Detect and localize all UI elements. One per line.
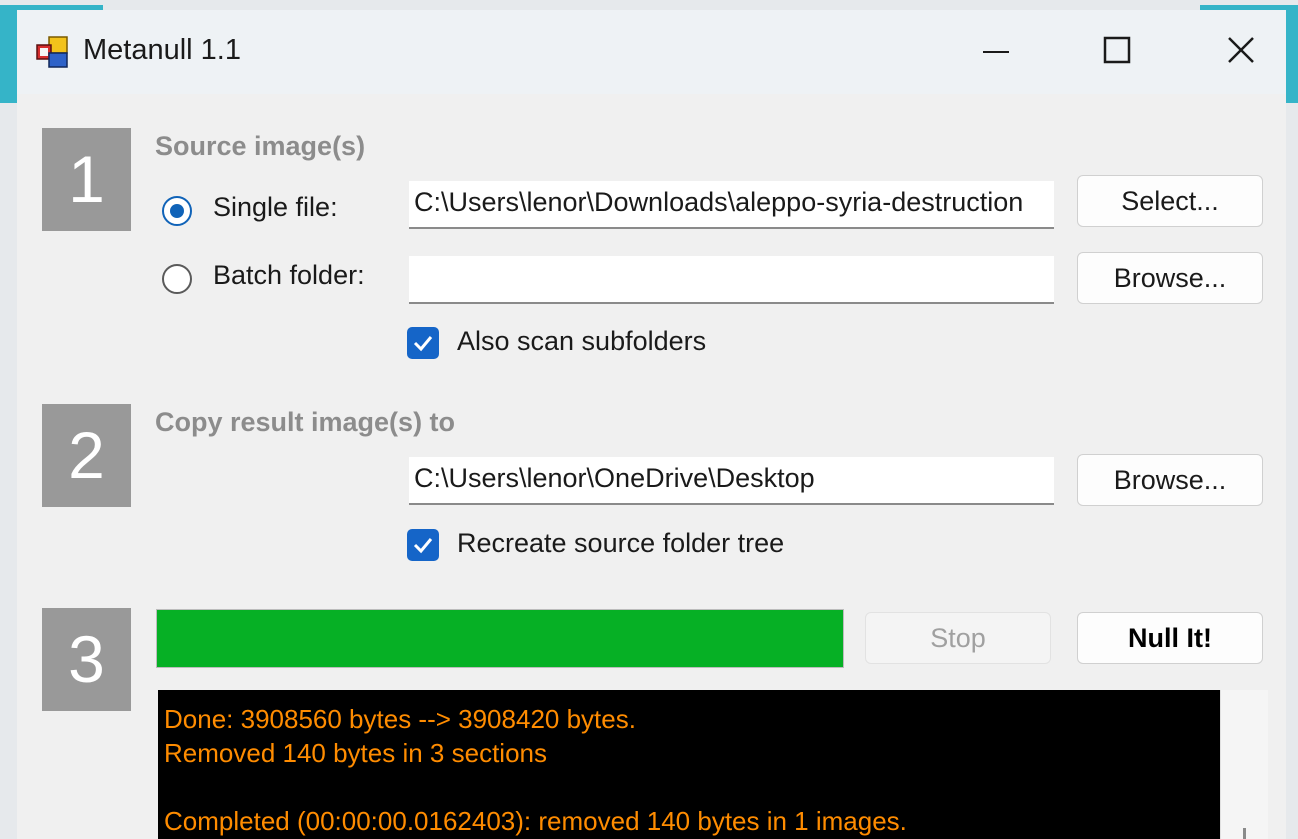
batch-folder-radio[interactable] (162, 264, 192, 294)
scrollbar-thumb[interactable] (1243, 828, 1246, 839)
select-file-button[interactable]: Select... (1077, 175, 1263, 227)
log-output[interactable]: Done: 3908560 bytes --> 3908420 bytes. R… (158, 690, 1220, 839)
progress-bar (156, 609, 844, 668)
batch-folder-label[interactable]: Batch folder: (213, 260, 365, 291)
step-3-badge: 3 (42, 608, 131, 711)
step-1-title: Source image(s) (155, 131, 366, 161)
log-line: Completed (00:00:00.0162403): removed 14… (164, 806, 907, 836)
step-1-badge: 1 (42, 128, 131, 231)
checkmark-icon (413, 538, 433, 554)
window-title: Metanull 1.1 (83, 34, 241, 66)
recreate-tree-label[interactable]: Recreate source folder tree (457, 528, 784, 559)
close-icon[interactable] (1211, 26, 1271, 76)
checkmark-icon (413, 336, 433, 352)
maximize-icon[interactable] (1087, 26, 1147, 76)
log-line: Done: 3908560 bytes --> 3908420 bytes. (164, 704, 636, 734)
null-it-button[interactable]: Null It! (1077, 612, 1263, 664)
browse-batch-folder-button[interactable]: Browse... (1077, 252, 1263, 304)
destination-path-input[interactable]: C:\Users\lenor\OneDrive\Desktop (409, 457, 1054, 505)
title-bar[interactable]: Metanull 1.1 (17, 10, 1286, 94)
scan-subfolders-label[interactable]: Also scan subfolders (457, 326, 706, 357)
log-line: Removed 140 bytes in 3 sections (164, 738, 547, 768)
single-file-radio[interactable] (162, 196, 192, 226)
batch-folder-path-input[interactable] (409, 256, 1054, 304)
stop-button[interactable]: Stop (865, 612, 1051, 664)
step-2-badge: 2 (42, 404, 131, 507)
app-window: Metanull 1.1 1 Source image(s) Single fi… (17, 10, 1286, 839)
log-scrollbar[interactable] (1220, 690, 1268, 839)
scan-subfolders-checkbox[interactable] (407, 327, 439, 359)
minimize-icon[interactable] (967, 26, 1027, 76)
recreate-tree-checkbox[interactable] (407, 529, 439, 561)
single-file-path-input[interactable]: C:\Users\lenor\Downloads\aleppo-syria-de… (409, 181, 1054, 229)
app-icon (36, 36, 68, 68)
progress-fill (157, 610, 843, 667)
browse-destination-button[interactable]: Browse... (1077, 454, 1263, 506)
step-2-title: Copy result image(s) to (155, 407, 456, 437)
single-file-label[interactable]: Single file: (213, 192, 338, 223)
